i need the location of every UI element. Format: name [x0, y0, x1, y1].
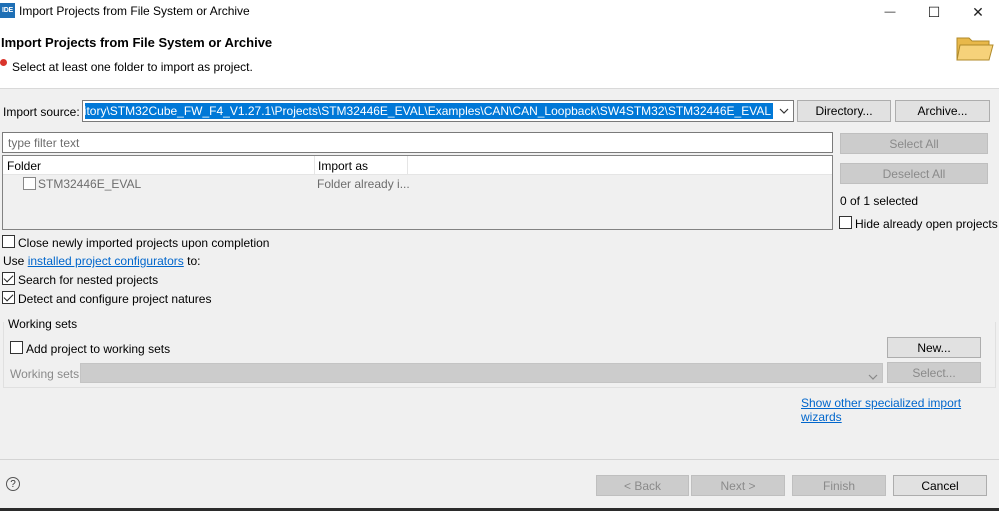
directory-button[interactable]: Directory...	[797, 100, 891, 122]
use-prefix: Use	[3, 254, 28, 268]
deselect-all-button[interactable]: Deselect All	[840, 163, 988, 184]
open-folder-icon	[955, 32, 995, 67]
selection-count: 0 of 1 selected	[840, 194, 919, 208]
cancel-button[interactable]: Cancel	[893, 475, 987, 496]
ide-app-icon: IDE	[0, 3, 15, 18]
folder-tree-table[interactable]: Folder Import as STM32446E_EVAL Folder a…	[2, 155, 833, 230]
show-other-wizards-link[interactable]: Show other specialized import wizards	[801, 396, 999, 424]
tree-header: Folder Import as	[3, 156, 832, 175]
row-checkbox[interactable]	[23, 177, 36, 190]
maximize-icon: ☐	[927, 3, 941, 20]
wizard-header	[0, 24, 999, 89]
footer-divider	[0, 459, 999, 460]
close-newly-checkbox[interactable]	[2, 235, 15, 248]
maximize-button[interactable]: ☐	[911, 0, 957, 24]
filter-input[interactable]: type filter text	[2, 132, 833, 153]
filter-placeholder: type filter text	[8, 136, 80, 150]
chevron-down-icon[interactable]	[775, 101, 793, 121]
add-to-working-sets-checkbox[interactable]	[10, 341, 23, 354]
detect-natures-label[interactable]: Detect and configure project natures	[18, 292, 211, 306]
chevron-down-icon[interactable]	[868, 369, 878, 383]
close-window-button[interactable]: ✕	[955, 0, 999, 24]
search-nested-checkbox[interactable]	[2, 272, 15, 285]
configurators-line: Use installed project configurators to:	[3, 254, 200, 268]
table-row[interactable]: STM32446E_EVAL Folder already i...	[3, 175, 832, 193]
row-import-as: Folder already i...	[317, 177, 410, 191]
minimize-icon: —	[884, 6, 896, 18]
hide-open-projects-label[interactable]: Hide already open projects	[855, 217, 998, 231]
finish-button[interactable]: Finish	[792, 475, 886, 496]
working-sets-label: Working sets:	[10, 367, 83, 381]
search-nested-label[interactable]: Search for nested projects	[18, 273, 158, 287]
working-sets-combo[interactable]	[80, 363, 883, 383]
column-header-folder[interactable]: Folder	[7, 159, 41, 173]
detect-natures-checkbox[interactable]	[2, 291, 15, 304]
next-button[interactable]: Next >	[691, 475, 785, 496]
error-icon	[0, 59, 7, 66]
column-separator[interactable]	[314, 156, 315, 175]
column-header-import-as[interactable]: Import as	[318, 159, 368, 173]
archive-button[interactable]: Archive...	[895, 100, 990, 122]
new-working-set-button[interactable]: New...	[887, 337, 981, 358]
close-icon: ✕	[972, 3, 984, 20]
select-working-sets-button[interactable]: Select...	[887, 362, 981, 383]
column-separator[interactable]	[407, 156, 408, 175]
import-source-label: Import source:	[3, 105, 80, 119]
import-source-value[interactable]: 32Cube\Repository\STM32Cube_FW_F4_V1.27.…	[85, 103, 773, 119]
select-all-button[interactable]: Select All	[840, 133, 988, 154]
hide-open-projects-checkbox[interactable]	[839, 216, 852, 229]
minimize-button[interactable]: —	[867, 0, 913, 24]
close-newly-label[interactable]: Close newly imported projects upon compl…	[18, 236, 269, 250]
header-message: Select at least one folder to import as …	[12, 60, 253, 74]
page-title: Import Projects from File System or Arch…	[1, 35, 273, 50]
add-to-working-sets-label[interactable]: Add project to working sets	[26, 342, 170, 356]
row-folder-name: STM32446E_EVAL	[38, 177, 142, 191]
use-suffix: to:	[183, 254, 201, 268]
back-button[interactable]: < Back	[596, 475, 689, 496]
help-icon[interactable]: ?	[6, 477, 20, 491]
installed-configurators-link[interactable]: installed project configurators	[28, 254, 184, 268]
window-title: Import Projects from File System or Arch…	[19, 4, 250, 18]
import-source-combo[interactable]: 32Cube\Repository\STM32Cube_FW_F4_V1.27.…	[82, 100, 794, 122]
